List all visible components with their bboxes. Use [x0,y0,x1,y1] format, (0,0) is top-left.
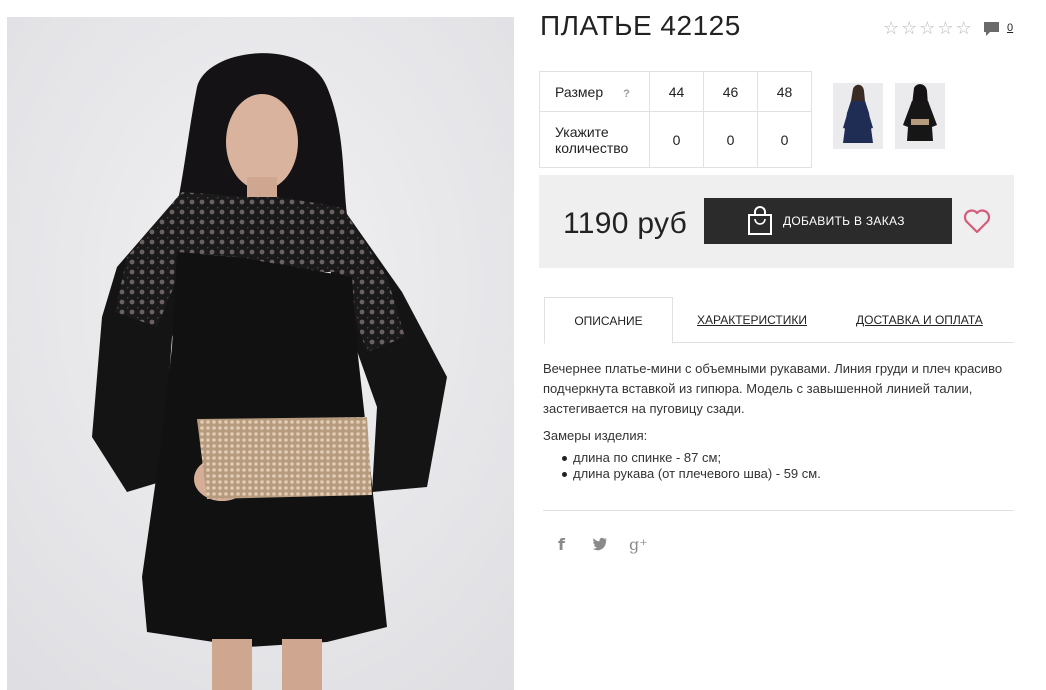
rating-stars[interactable]: ☆ ☆ ☆ ☆ ☆ [883,18,972,38]
measures-list: длина по спинке - 87 см; длина рукава (о… [562,450,821,482]
quantity-input[interactable]: 0 [757,111,812,168]
tab-characteristics[interactable]: ХАРАКТЕРИСТИКИ [697,297,807,343]
product-description: Вечернее платье-мини с объемными рукавам… [543,361,1003,416]
star-icon[interactable]: ☆ [919,18,935,38]
star-icon[interactable]: ☆ [883,18,899,38]
size-label-cell: Размер? [539,71,650,112]
product-main-photo[interactable] [7,17,514,690]
quantity-input[interactable]: 0 [649,111,704,168]
tab-delivery-payment[interactable]: ДОСТАВКА И ОПЛАТА [856,297,983,343]
star-icon[interactable]: ☆ [937,18,953,38]
comment-count-link[interactable]: 0 [1007,22,1013,34]
heart-icon[interactable] [963,208,991,239]
size-quantity-table: Размер? 44 46 48 Укажите количество 0 0 … [539,71,812,168]
bag-icon [747,206,773,236]
dress-illustration [7,17,514,690]
google-plus-icon[interactable]: g⁺ [629,535,648,554]
tab-description[interactable]: ОПИСАНИЕ [544,297,673,344]
size-help-icon[interactable]: ? [623,88,630,100]
size-cell: 44 [649,71,704,112]
list-item: длина по спинке - 87 см; [562,450,821,466]
thumbnail-navy-dress[interactable] [833,83,883,149]
add-to-order-button[interactable]: ДОБАВИТЬ В ЗАКАЗ [704,198,952,244]
size-cell: 48 [757,71,812,112]
quantity-input[interactable]: 0 [703,111,758,168]
quantity-label: Укажите количество [539,111,650,168]
star-icon[interactable]: ☆ [901,18,917,38]
measures-title: Замеры изделия: [543,428,648,443]
add-to-order-label: ДОБАВИТЬ В ЗАКАЗ [783,214,905,228]
product-tabs: ОПИСАНИЕ ХАРАКТЕРИСТИКИ ДОСТАВКА И ОПЛАТ… [544,297,1014,344]
size-cell: 46 [703,71,758,112]
comment-icon[interactable] [983,21,1000,43]
facebook-icon[interactable]: f [558,535,565,554]
star-icon[interactable]: ☆ [956,18,972,38]
twitter-icon[interactable] [592,537,608,556]
size-label: Размер [555,83,604,100]
list-item: длина рукава (от плечевого шва) - 59 см. [562,466,821,481]
product-price: 1190 руб [563,207,688,240]
divider [543,510,1014,511]
thumbnail-black-dress[interactable] [895,83,945,149]
product-title: ПЛАТЬЕ 42125 [540,10,741,41]
price-box: 1190 руб ДОБАВИТЬ В ЗАКАЗ [539,175,1014,268]
